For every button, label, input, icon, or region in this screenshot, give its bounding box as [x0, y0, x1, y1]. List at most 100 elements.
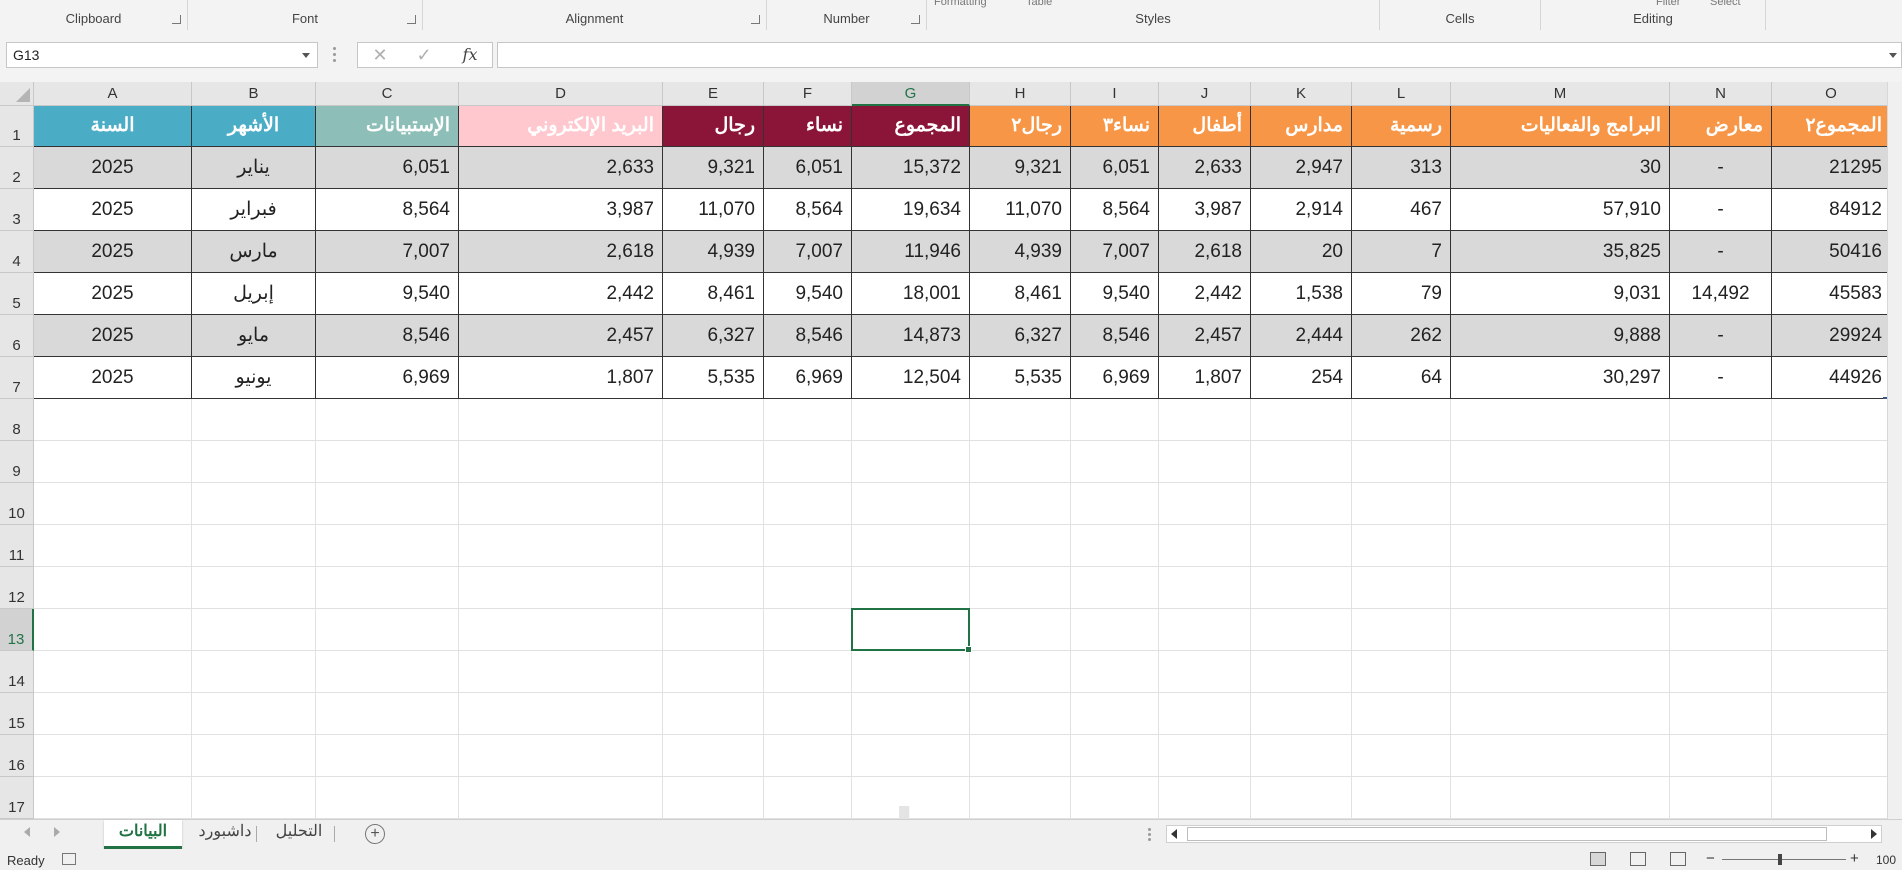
- empty-cell[interactable]: [663, 777, 764, 819]
- empty-cell[interactable]: [192, 609, 316, 651]
- table-cell[interactable]: 2025: [34, 315, 192, 357]
- empty-cell[interactable]: [34, 735, 192, 777]
- empty-cell[interactable]: [1071, 609, 1159, 651]
- empty-cell[interactable]: [1251, 525, 1352, 567]
- empty-cell[interactable]: [316, 693, 459, 735]
- page-break-view-icon[interactable]: [1670, 852, 1686, 866]
- empty-cell[interactable]: [1159, 651, 1251, 693]
- table-cell[interactable]: 2025: [34, 273, 192, 315]
- empty-cell[interactable]: [1159, 735, 1251, 777]
- table-cell[interactable]: 8,564: [1071, 189, 1159, 231]
- empty-cell[interactable]: [1352, 399, 1451, 441]
- table-cell[interactable]: 29924: [1772, 315, 1891, 357]
- ribbon-command-label[interactable]: Table: [1026, 0, 1052, 8]
- empty-cell[interactable]: [970, 567, 1071, 609]
- horizontal-scrollbar[interactable]: [1166, 825, 1882, 843]
- empty-cell[interactable]: [192, 651, 316, 693]
- empty-cell[interactable]: [459, 651, 663, 693]
- row-header-1[interactable]: 1: [0, 106, 34, 147]
- empty-cell[interactable]: [459, 609, 663, 651]
- dialog-launcher-icon[interactable]: [407, 15, 416, 24]
- empty-cell[interactable]: [663, 525, 764, 567]
- empty-cell[interactable]: [459, 525, 663, 567]
- table-cell[interactable]: 5,535: [970, 357, 1071, 399]
- empty-cell[interactable]: [316, 735, 459, 777]
- normal-view-icon[interactable]: [1590, 852, 1606, 866]
- table-cell[interactable]: 2,442: [1159, 273, 1251, 315]
- table-cell[interactable]: 2,618: [459, 231, 663, 273]
- empty-cell[interactable]: [1159, 609, 1251, 651]
- empty-cell[interactable]: [1352, 483, 1451, 525]
- empty-cell[interactable]: [1670, 651, 1772, 693]
- empty-cell[interactable]: [192, 525, 316, 567]
- table-cell[interactable]: إبريل: [192, 273, 316, 315]
- table-header-cell[interactable]: مدارس: [1251, 106, 1352, 147]
- table-cell[interactable]: 84912: [1772, 189, 1891, 231]
- empty-cell[interactable]: [852, 441, 970, 483]
- table-cell[interactable]: 6,327: [970, 315, 1071, 357]
- empty-cell[interactable]: [663, 399, 764, 441]
- table-cell[interactable]: 2,457: [1159, 315, 1251, 357]
- column-header-n[interactable]: N: [1670, 82, 1772, 106]
- empty-cell[interactable]: [459, 483, 663, 525]
- empty-cell[interactable]: [1352, 441, 1451, 483]
- empty-cell[interactable]: [1352, 735, 1451, 777]
- table-cell[interactable]: فبراير: [192, 189, 316, 231]
- empty-cell[interactable]: [1670, 483, 1772, 525]
- table-cell[interactable]: 30: [1451, 147, 1670, 189]
- scroll-left-icon[interactable]: [1171, 829, 1177, 839]
- table-cell[interactable]: 21295: [1772, 147, 1891, 189]
- table-header-cell[interactable]: البرامج والفعاليات: [1451, 106, 1670, 147]
- table-cell[interactable]: 18,001: [852, 273, 970, 315]
- empty-cell[interactable]: [852, 693, 970, 735]
- table-cell[interactable]: 262: [1352, 315, 1451, 357]
- table-cell[interactable]: 15,372: [852, 147, 970, 189]
- macro-record-icon[interactable]: [62, 853, 76, 865]
- table-cell[interactable]: 6,051: [1071, 147, 1159, 189]
- table-cell[interactable]: 79: [1352, 273, 1451, 315]
- empty-cell[interactable]: [459, 693, 663, 735]
- empty-cell[interactable]: [192, 777, 316, 819]
- empty-cell[interactable]: [1159, 777, 1251, 819]
- empty-cell[interactable]: [316, 651, 459, 693]
- table-cell[interactable]: 9,540: [316, 273, 459, 315]
- table-cell[interactable]: 2,914: [1251, 189, 1352, 231]
- table-cell[interactable]: مايو: [192, 315, 316, 357]
- table-cell[interactable]: -: [1670, 357, 1772, 399]
- empty-cell[interactable]: [663, 441, 764, 483]
- table-cell[interactable]: 1,807: [459, 357, 663, 399]
- empty-cell[interactable]: [459, 777, 663, 819]
- table-cell[interactable]: 9,321: [970, 147, 1071, 189]
- table-cell[interactable]: 8,564: [764, 189, 852, 231]
- empty-cell[interactable]: [852, 525, 970, 567]
- empty-cell[interactable]: [1670, 777, 1772, 819]
- table-cell[interactable]: 2025: [34, 189, 192, 231]
- row-header-15[interactable]: 15: [0, 693, 34, 735]
- empty-cell[interactable]: [764, 525, 852, 567]
- column-header-h[interactable]: H: [970, 82, 1071, 106]
- table-header-cell[interactable]: نساء٣: [1071, 106, 1159, 147]
- row-header-8[interactable]: 8: [0, 399, 34, 441]
- empty-cell[interactable]: [970, 483, 1071, 525]
- empty-cell[interactable]: [192, 483, 316, 525]
- empty-cell[interactable]: [764, 735, 852, 777]
- row-header-3[interactable]: 3: [0, 189, 34, 231]
- column-header-m[interactable]: M: [1451, 82, 1670, 106]
- empty-cell[interactable]: [1451, 567, 1670, 609]
- empty-cell[interactable]: [1670, 399, 1772, 441]
- table-header-cell[interactable]: الإستبيانات: [316, 106, 459, 147]
- empty-cell[interactable]: [764, 651, 852, 693]
- empty-cell[interactable]: [1159, 441, 1251, 483]
- formula-bar-resize-handle[interactable]: [333, 47, 337, 63]
- table-cell[interactable]: 2,457: [459, 315, 663, 357]
- column-header-a[interactable]: A: [34, 82, 192, 106]
- empty-cell[interactable]: [1071, 777, 1159, 819]
- empty-cell[interactable]: [1670, 735, 1772, 777]
- column-header-k[interactable]: K: [1251, 82, 1352, 106]
- active-cell-selection[interactable]: [851, 608, 972, 653]
- sheet-tab[interactable]: التحليل: [266, 820, 332, 846]
- empty-cell[interactable]: [1772, 693, 1891, 735]
- empty-cell[interactable]: [1772, 651, 1891, 693]
- empty-cell[interactable]: [1772, 483, 1891, 525]
- table-cell[interactable]: 44926: [1772, 357, 1891, 399]
